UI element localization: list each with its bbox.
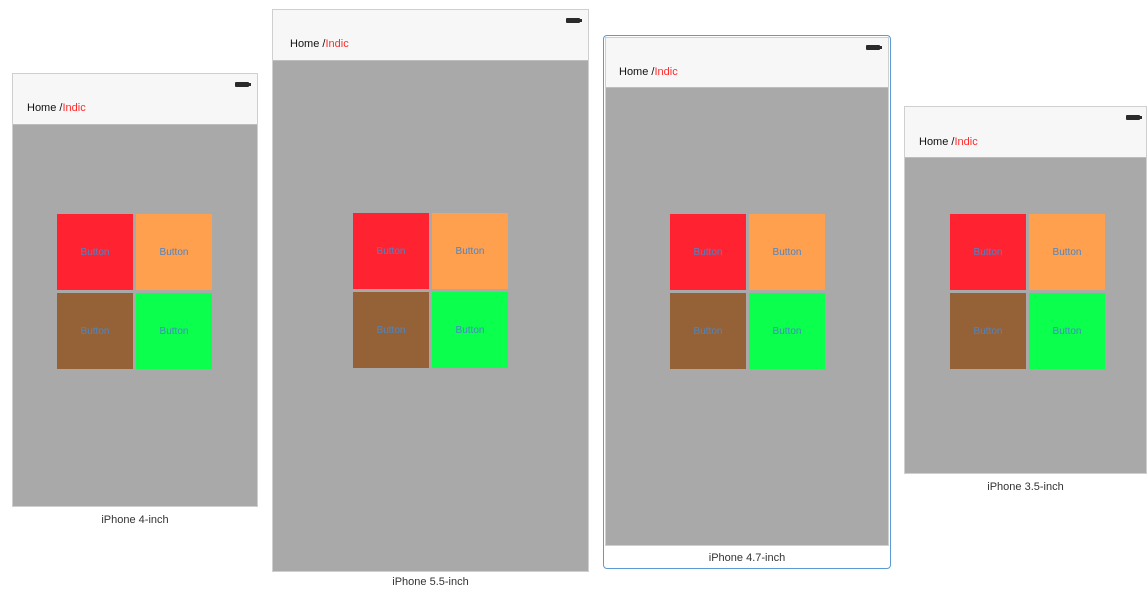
- button-label: Button: [693, 246, 723, 258]
- button-label: Button: [376, 245, 406, 257]
- brown-button[interactable]: Button: [950, 293, 1026, 369]
- battery-icon: [866, 45, 882, 50]
- button-label: Button: [973, 246, 1003, 258]
- device-iphone-4-7-inch[interactable]: Home /Indic Button Button Button Button: [605, 37, 889, 546]
- breadcrumb-current: Indic: [954, 136, 978, 148]
- orange-button[interactable]: Button: [749, 214, 825, 290]
- breadcrumb: Home /Indic: [619, 66, 678, 78]
- breadcrumb: Home /Indic: [27, 102, 86, 114]
- button-label: Button: [80, 246, 110, 258]
- device-iphone-4-inch[interactable]: Home /Indic Button Button Button Button: [12, 73, 258, 507]
- button-label: Button: [772, 325, 802, 337]
- button-label: Button: [376, 324, 406, 336]
- button-label: Button: [455, 245, 485, 257]
- breadcrumb: Home /Indic: [919, 136, 978, 148]
- red-button[interactable]: Button: [950, 214, 1026, 290]
- button-label: Button: [1052, 325, 1082, 337]
- device-label: iPhone 4-inch: [101, 514, 169, 526]
- green-button[interactable]: Button: [136, 293, 212, 369]
- breadcrumb-current: Indic: [62, 102, 86, 114]
- battery-icon: [235, 82, 251, 87]
- device-iphone-5-5-inch[interactable]: Home /Indic Button Button Button Button: [272, 9, 589, 572]
- battery-icon: [1126, 115, 1142, 120]
- orange-button[interactable]: Button: [432, 213, 508, 289]
- device-label: iPhone 5.5-inch: [392, 576, 469, 588]
- brown-button[interactable]: Button: [57, 293, 133, 369]
- breadcrumb: Home /Indic: [290, 38, 349, 50]
- green-button[interactable]: Button: [749, 293, 825, 369]
- breadcrumb-current: Indic: [325, 38, 349, 50]
- device-iphone-3-5-inch[interactable]: Home /Indic Button Button Button Button: [904, 106, 1147, 474]
- button-label: Button: [80, 325, 110, 337]
- device-label: iPhone 4.7-inch: [708, 552, 786, 564]
- orange-button[interactable]: Button: [1029, 214, 1105, 290]
- red-button[interactable]: Button: [57, 214, 133, 290]
- button-label: Button: [159, 246, 189, 258]
- brown-button[interactable]: Button: [353, 292, 429, 368]
- breadcrumb-home[interactable]: Home /: [919, 136, 954, 148]
- red-button[interactable]: Button: [670, 214, 746, 290]
- navigation-bar: Home /Indic: [13, 74, 257, 125]
- button-label: Button: [159, 325, 189, 337]
- device-label: iPhone 3.5-inch: [987, 481, 1064, 493]
- button-label: Button: [693, 325, 723, 337]
- breadcrumb-current: Indic: [654, 66, 678, 78]
- button-label: Button: [1052, 246, 1082, 258]
- button-label: Button: [973, 325, 1003, 337]
- breadcrumb-home[interactable]: Home /: [27, 102, 62, 114]
- red-button[interactable]: Button: [353, 213, 429, 289]
- navigation-bar: Home /Indic: [606, 38, 888, 88]
- battery-icon: [566, 18, 582, 23]
- button-label: Button: [455, 324, 485, 336]
- orange-button[interactable]: Button: [136, 214, 212, 290]
- green-button[interactable]: Button: [432, 292, 508, 368]
- green-button[interactable]: Button: [1029, 293, 1105, 369]
- navigation-bar: Home /Indic: [273, 10, 588, 61]
- storyboard-canvas: Home /Indic Button Button Button Button …: [0, 0, 1147, 589]
- breadcrumb-home[interactable]: Home /: [619, 66, 654, 78]
- button-label: Button: [772, 246, 802, 258]
- brown-button[interactable]: Button: [670, 293, 746, 369]
- navigation-bar: Home /Indic: [905, 107, 1146, 158]
- breadcrumb-home[interactable]: Home /: [290, 38, 325, 50]
